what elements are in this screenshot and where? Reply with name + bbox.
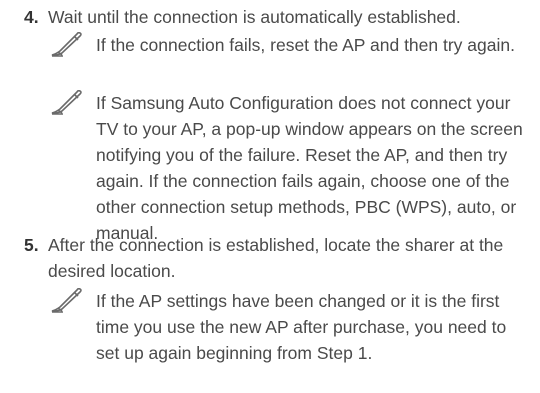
manual-page: 4. Wait until the connection is automati… xyxy=(0,0,540,393)
step-text: Wait until the connection is automatical… xyxy=(48,7,461,27)
note-item: If the connection fails, reset the AP an… xyxy=(50,32,530,84)
note-text: If Samsung Auto Configuration does not c… xyxy=(96,93,523,243)
step-number: 4. xyxy=(24,7,39,27)
note-item: If Samsung Auto Configuration does not c… xyxy=(50,90,530,243)
pencil-note-icon xyxy=(51,90,82,115)
pencil-note-icon xyxy=(51,32,82,57)
note-item: If the AP settings have been changed or … xyxy=(50,288,530,366)
step-text: After the connection is established, loc… xyxy=(48,235,504,281)
note-text: If the AP settings have been changed or … xyxy=(96,291,507,363)
note-text: If the connection fails, reset the AP an… xyxy=(96,35,515,55)
step-number: 5. xyxy=(24,235,39,255)
pencil-note-icon xyxy=(51,288,82,313)
